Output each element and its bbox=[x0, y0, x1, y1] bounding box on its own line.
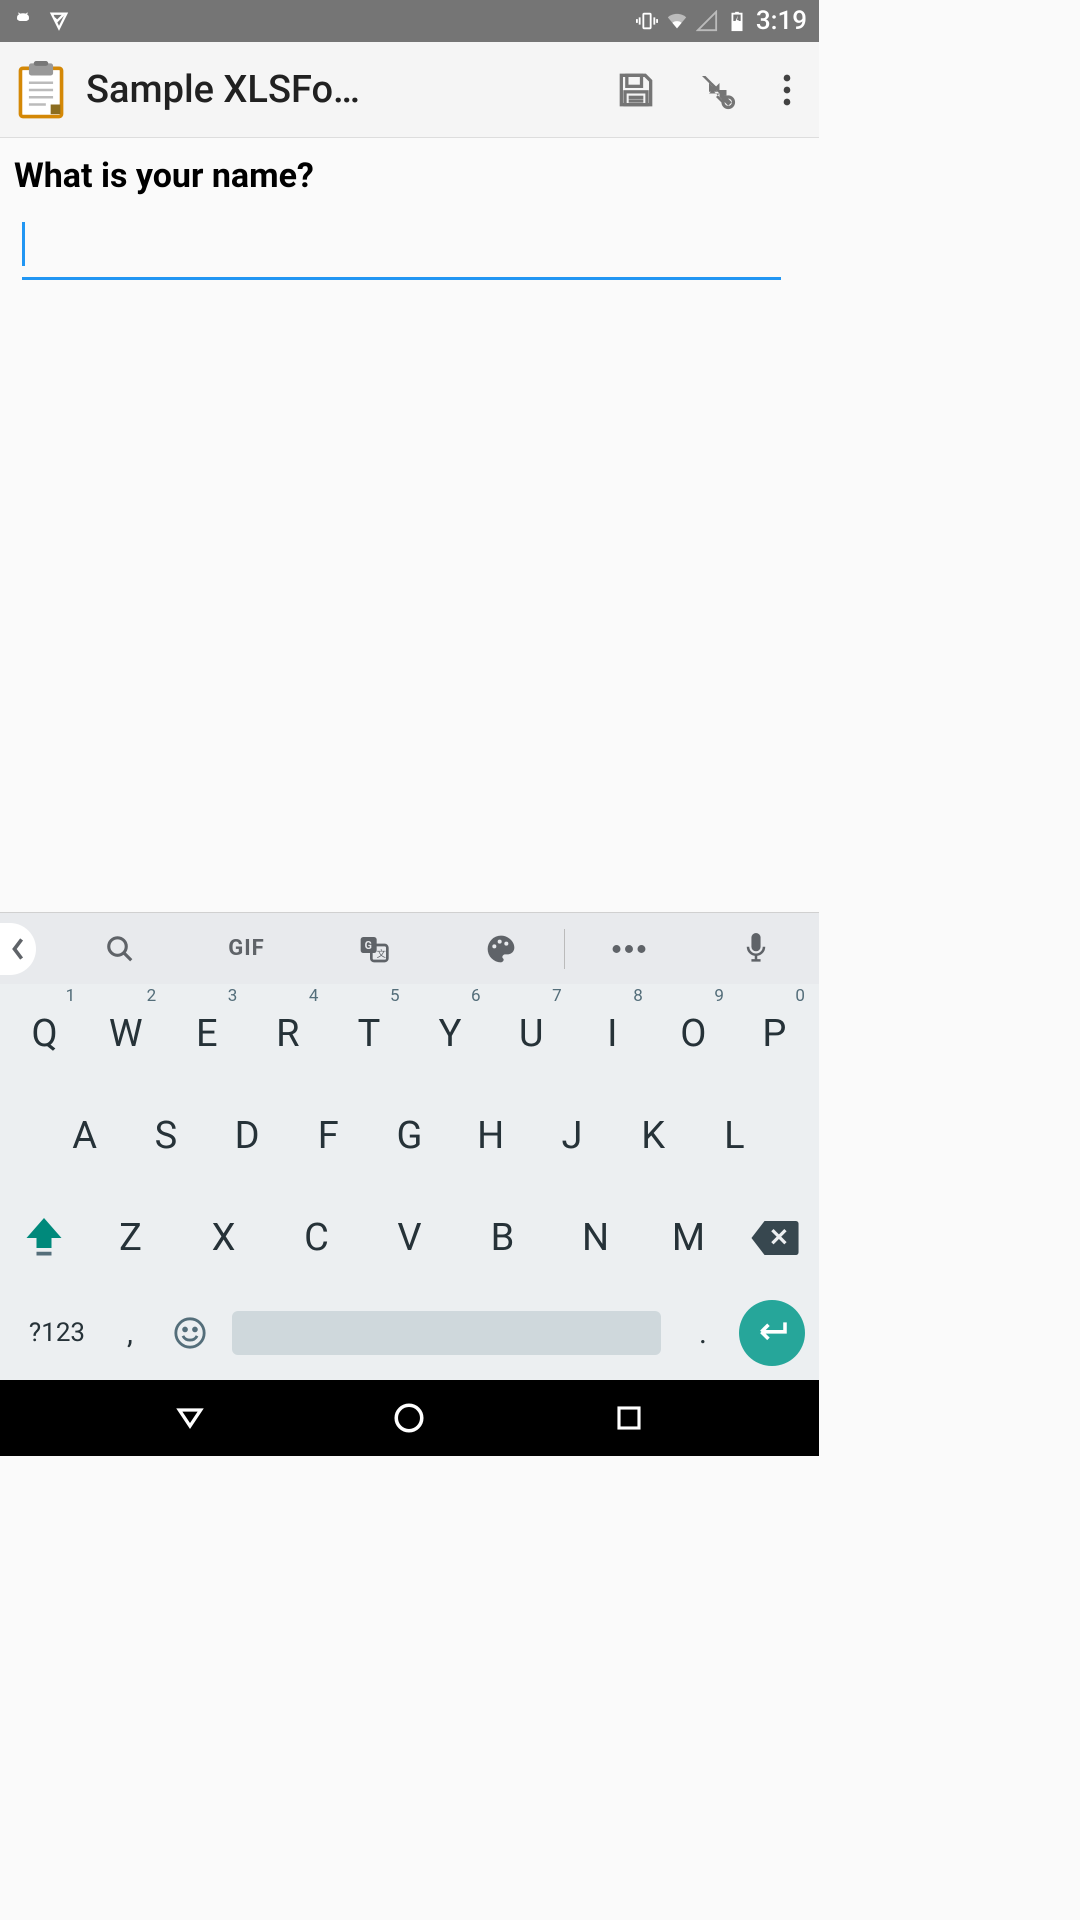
status-bar: 3:19 bbox=[0, 0, 819, 42]
key-j[interactable]: J bbox=[531, 1096, 612, 1176]
keyboard-row-3: ZXCVBNM bbox=[4, 1198, 815, 1278]
space-key[interactable] bbox=[232, 1311, 661, 1355]
vibrate-icon bbox=[636, 10, 658, 32]
key-d[interactable]: D bbox=[206, 1096, 287, 1176]
form-content: What is your name? bbox=[0, 138, 819, 912]
shift-key[interactable] bbox=[4, 1198, 84, 1278]
enter-icon bbox=[754, 1320, 790, 1346]
key-l[interactable]: L bbox=[694, 1096, 775, 1176]
gif-label: GIF bbox=[228, 936, 265, 961]
nav-home-icon bbox=[392, 1401, 426, 1435]
keyboard-more-button[interactable] bbox=[565, 913, 692, 984]
key-f[interactable]: F bbox=[288, 1096, 369, 1176]
emoji-icon bbox=[173, 1316, 207, 1350]
backspace-key[interactable] bbox=[735, 1198, 815, 1278]
clipboard-icon bbox=[16, 61, 66, 119]
shift-icon bbox=[26, 1218, 62, 1258]
checkmark-badge-icon bbox=[48, 10, 70, 32]
horizontal-dots-icon bbox=[612, 944, 646, 954]
key-m[interactable]: M bbox=[642, 1198, 735, 1278]
vertical-dots-icon bbox=[783, 72, 791, 108]
palette-icon bbox=[485, 933, 517, 965]
translate-icon: G文 bbox=[358, 933, 390, 965]
navigation-bar bbox=[0, 1380, 819, 1456]
key-c[interactable]: C bbox=[270, 1198, 363, 1278]
key-q[interactable]: Q1 bbox=[4, 994, 85, 1074]
overflow-menu-button[interactable] bbox=[771, 65, 803, 115]
key-t[interactable]: T5 bbox=[328, 994, 409, 1074]
key-g[interactable]: G bbox=[369, 1096, 450, 1176]
key-b[interactable]: B bbox=[456, 1198, 549, 1278]
key-x[interactable]: X bbox=[177, 1198, 270, 1278]
app-bar: Sample XLSFo… bbox=[0, 42, 819, 138]
symbols-key[interactable]: ?123 bbox=[14, 1318, 100, 1348]
soft-keyboard: Q1W2E3R4T5Y6U7I8O9P0 ASDFGHJKL ZXCVBNM ?… bbox=[0, 984, 819, 1380]
keyboard-translate-button[interactable]: G文 bbox=[310, 913, 437, 984]
keyboard-gif-button[interactable]: GIF bbox=[183, 913, 310, 984]
keyboard-collapse-button[interactable] bbox=[0, 923, 36, 975]
input-wrapper bbox=[14, 222, 805, 280]
enter-key[interactable] bbox=[739, 1300, 805, 1366]
keyboard-row-1: Q1W2E3R4T5Y6U7I8O9P0 bbox=[4, 994, 815, 1074]
nav-back-icon bbox=[174, 1402, 206, 1434]
status-right: 3:19 bbox=[636, 6, 807, 36]
key-k[interactable]: K bbox=[613, 1096, 694, 1176]
key-i[interactable]: I8 bbox=[572, 994, 653, 1074]
backspace-icon bbox=[751, 1221, 799, 1255]
key-r[interactable]: R4 bbox=[247, 994, 328, 1074]
app-title: Sample XLSFo… bbox=[86, 68, 581, 112]
search-icon bbox=[105, 934, 135, 964]
keyboard-stickers-button[interactable] bbox=[437, 913, 564, 984]
key-z[interactable]: Z bbox=[84, 1198, 177, 1278]
key-e[interactable]: E3 bbox=[166, 994, 247, 1074]
floppy-disk-icon bbox=[614, 68, 658, 112]
key-a[interactable]: A bbox=[44, 1096, 125, 1176]
key-u[interactable]: U7 bbox=[491, 994, 572, 1074]
svg-text:文: 文 bbox=[376, 948, 385, 960]
keyboard-row-2: ASDFGHJKL bbox=[4, 1096, 815, 1176]
question-label: What is your name? bbox=[14, 156, 805, 196]
chevron-left-icon bbox=[10, 937, 26, 961]
key-w[interactable]: W2 bbox=[85, 994, 166, 1074]
emoji-key[interactable] bbox=[160, 1316, 220, 1350]
nav-recent-icon bbox=[614, 1403, 644, 1433]
arrow-down-right-icon bbox=[695, 69, 737, 111]
microphone-icon bbox=[743, 933, 769, 965]
key-v[interactable]: V bbox=[363, 1198, 456, 1278]
comma-key[interactable]: , bbox=[100, 1316, 160, 1351]
save-button[interactable] bbox=[611, 65, 661, 115]
key-s[interactable]: S bbox=[125, 1096, 206, 1176]
cell-signal-icon bbox=[696, 10, 718, 32]
key-p[interactable]: P0 bbox=[734, 994, 815, 1074]
keyboard-voice-button[interactable] bbox=[692, 913, 819, 984]
key-h[interactable]: H bbox=[450, 1096, 531, 1176]
wifi-icon bbox=[666, 10, 688, 32]
android-head-icon bbox=[12, 10, 34, 32]
key-o[interactable]: O9 bbox=[653, 994, 734, 1074]
status-time: 3:19 bbox=[756, 6, 807, 36]
period-key[interactable]: . bbox=[673, 1316, 733, 1351]
name-input[interactable] bbox=[22, 222, 781, 280]
keyboard-search-button[interactable] bbox=[56, 913, 183, 984]
svg-text:G: G bbox=[364, 939, 371, 952]
keyboard-row-4: ?123 , . bbox=[4, 1300, 815, 1366]
nav-home-button[interactable] bbox=[389, 1398, 429, 1438]
key-y[interactable]: Y6 bbox=[410, 994, 491, 1074]
keyboard-toolbar: GIF G文 bbox=[0, 912, 819, 984]
nav-back-button[interactable] bbox=[170, 1398, 210, 1438]
jump-button[interactable] bbox=[691, 65, 741, 115]
nav-recent-button[interactable] bbox=[609, 1398, 649, 1438]
battery-charging-icon bbox=[726, 10, 748, 32]
status-left bbox=[12, 10, 70, 32]
key-n[interactable]: N bbox=[549, 1198, 642, 1278]
